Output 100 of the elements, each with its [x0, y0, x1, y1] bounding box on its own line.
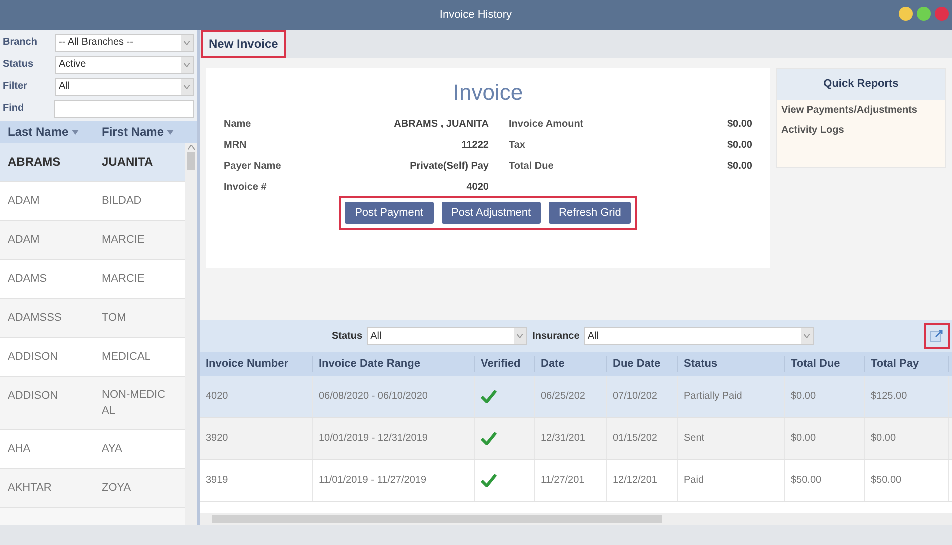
table-cell-text: TOM — [101, 311, 128, 326]
report-link[interactable]: View Payments/Adjustments — [781, 104, 941, 118]
status-dropdown[interactable]: All — [366, 327, 527, 345]
scroll-thumb[interactable] — [187, 152, 195, 170]
column-header[interactable]: Invoice Date Range — [313, 356, 475, 372]
field-label: Invoice # — [224, 181, 267, 195]
table-cell-text: ADAM — [7, 194, 41, 209]
table-cell-text: $0.00 — [791, 432, 816, 446]
table-cell-text: MEDICAL — [101, 350, 152, 365]
table-cell-text: AKHTAR — [7, 481, 53, 496]
invoice-row[interactable]: 3920 10/01/2019 - 12/31/2019 12/31/201 01/15/202 Sent $0.00 $0.00 — [200, 418, 952, 460]
table-cell-text: AHA — [7, 442, 32, 457]
find-field[interactable] — [54, 100, 194, 118]
window-title: Invoice History — [440, 8, 512, 23]
filter-label: Filter — [3, 80, 28, 94]
field-label: Payer Name — [224, 160, 282, 174]
filter-label: Find — [3, 102, 26, 116]
field-value: Private(Self) Pay — [410, 160, 489, 174]
export-button[interactable] — [926, 325, 948, 347]
table-cell-text: $0.00 — [871, 432, 896, 446]
table-cell-text: 06/25/202 — [541, 390, 586, 404]
field-label: Tax — [509, 139, 526, 153]
new-invoice-button[interactable]: New Invoice — [203, 32, 284, 56]
table-cell-text: ZOYA — [101, 481, 132, 496]
table-cell-text: 01/15/202 — [613, 432, 658, 446]
filter-label: Status — [332, 330, 363, 344]
column-header[interactable]: Total Due — [785, 356, 865, 372]
patient-row[interactable]: ABRAMS JUANITA — [0, 143, 185, 182]
minimize-button[interactable] — [899, 7, 913, 21]
patient-row[interactable]: ADAMS MARCIE — [0, 260, 185, 299]
close-button[interactable] — [935, 7, 949, 21]
table-cell-text: ADAM — [7, 233, 41, 248]
column-header[interactable]: First Name — [94, 123, 188, 141]
filter-dropdown[interactable]: -- All Branches -- — [55, 34, 194, 52]
invoice-heading: Invoice — [452, 79, 524, 107]
table-cell-text: ADAMS — [7, 272, 48, 287]
table-cell-text: 12/12/201 — [613, 474, 658, 488]
action-button[interactable]: Post Payment — [345, 202, 434, 224]
field-value: ABRAMS , JUANITA — [394, 118, 489, 132]
patient-row[interactable]: AHA AYA — [0, 430, 185, 469]
table-cell-text: 3919 — [206, 474, 228, 488]
insurance-dropdown[interactable]: All — [584, 327, 814, 345]
panel-title: Quick Reports — [777, 69, 945, 100]
action-button[interactable]: Post Adjustment — [442, 202, 542, 224]
scroll-up-icon[interactable] — [188, 145, 194, 150]
field-label: Invoice Amount — [509, 118, 584, 132]
table-cell-text: 11/01/2019 - 11/27/2019 — [319, 474, 426, 488]
field-label: Name — [224, 118, 252, 132]
patient-row[interactable]: ADAM BILDAD — [0, 182, 185, 221]
report-link[interactable]: Activity Logs — [781, 124, 941, 138]
table-cell-text: $0.00 — [791, 390, 816, 404]
table-cell-text: 10/01/2019 - 12/31/2019 — [319, 432, 428, 446]
table-cell-text: ABRAMS — [7, 154, 62, 171]
table-cell-text: MARCIE — [101, 272, 146, 287]
scroll-thumb[interactable] — [212, 515, 662, 523]
table-cell-text: 11/27/201 — [541, 474, 585, 488]
field-label: MRN — [224, 139, 247, 153]
table-cell-text: $125.00 — [871, 390, 908, 404]
table-cell-text: ADAMSSS — [7, 311, 63, 326]
table-cell-text: 4020 — [206, 390, 228, 404]
table-cell-text: ADDISON — [7, 350, 60, 365]
column-header[interactable]: Last Name — [0, 123, 94, 141]
table-cell-text: 07/10/202 — [613, 390, 658, 404]
horizontal-scrollbar[interactable] — [200, 513, 952, 525]
column-header[interactable]: Invoice Number — [200, 356, 313, 372]
table-cell-text: $50.00 — [871, 474, 902, 488]
action-button[interactable]: Refresh Grid — [549, 202, 632, 224]
table-cell-text: $50.00 — [791, 474, 822, 488]
table-cell-text: AYA — [101, 442, 124, 457]
column-header[interactable]: Date — [535, 356, 607, 372]
table-cell-text: BILDAD — [101, 194, 143, 209]
field-value: $0.00 — [727, 139, 752, 153]
column-header[interactable]: Verified — [475, 356, 535, 372]
filter-label: Insurance — [532, 330, 580, 344]
field-value: 4020 — [466, 181, 489, 195]
table-cell-text: NON-MEDIC AL — [101, 388, 167, 419]
table-cell-text: Paid — [684, 474, 704, 488]
field-value: $0.00 — [727, 118, 752, 132]
column-header[interactable]: Due Date — [607, 356, 678, 372]
field-value: 11222 — [462, 139, 489, 153]
table-cell-text: MARCIE — [101, 233, 146, 248]
field-label: Total Due — [509, 160, 554, 174]
invoice-row[interactable]: 3919 11/01/2019 - 11/27/2019 11/27/201 12/12/201 Paid $50.00 $50.00 — [200, 460, 952, 502]
filter-dropdown[interactable]: Active — [55, 56, 194, 74]
export-icon — [930, 329, 944, 343]
column-header[interactable]: Total Pay — [865, 356, 949, 372]
patient-row[interactable]: ADDISON MEDICAL — [0, 338, 185, 377]
sort-icon — [167, 130, 174, 134]
maximize-button[interactable] — [917, 7, 931, 21]
invoice-row[interactable]: 4020 06/08/2020 - 06/10/2020 06/25/202 07/10/202 Partially Paid $0.00 $125.00 — [200, 376, 952, 418]
field-value: $0.00 — [727, 160, 752, 174]
column-header[interactable]: Status — [678, 356, 785, 372]
table-cell-text: 3920 — [206, 432, 228, 446]
scrollbar[interactable] — [185, 143, 197, 525]
sort-icon — [72, 130, 79, 134]
table-cell-text: Partially Paid — [684, 390, 742, 404]
filter-dropdown[interactable]: All — [55, 78, 194, 96]
table-cell-text: Sent — [684, 432, 705, 446]
table-cell-text: JUANITA — [101, 154, 154, 171]
filter-label: Branch — [3, 36, 38, 50]
